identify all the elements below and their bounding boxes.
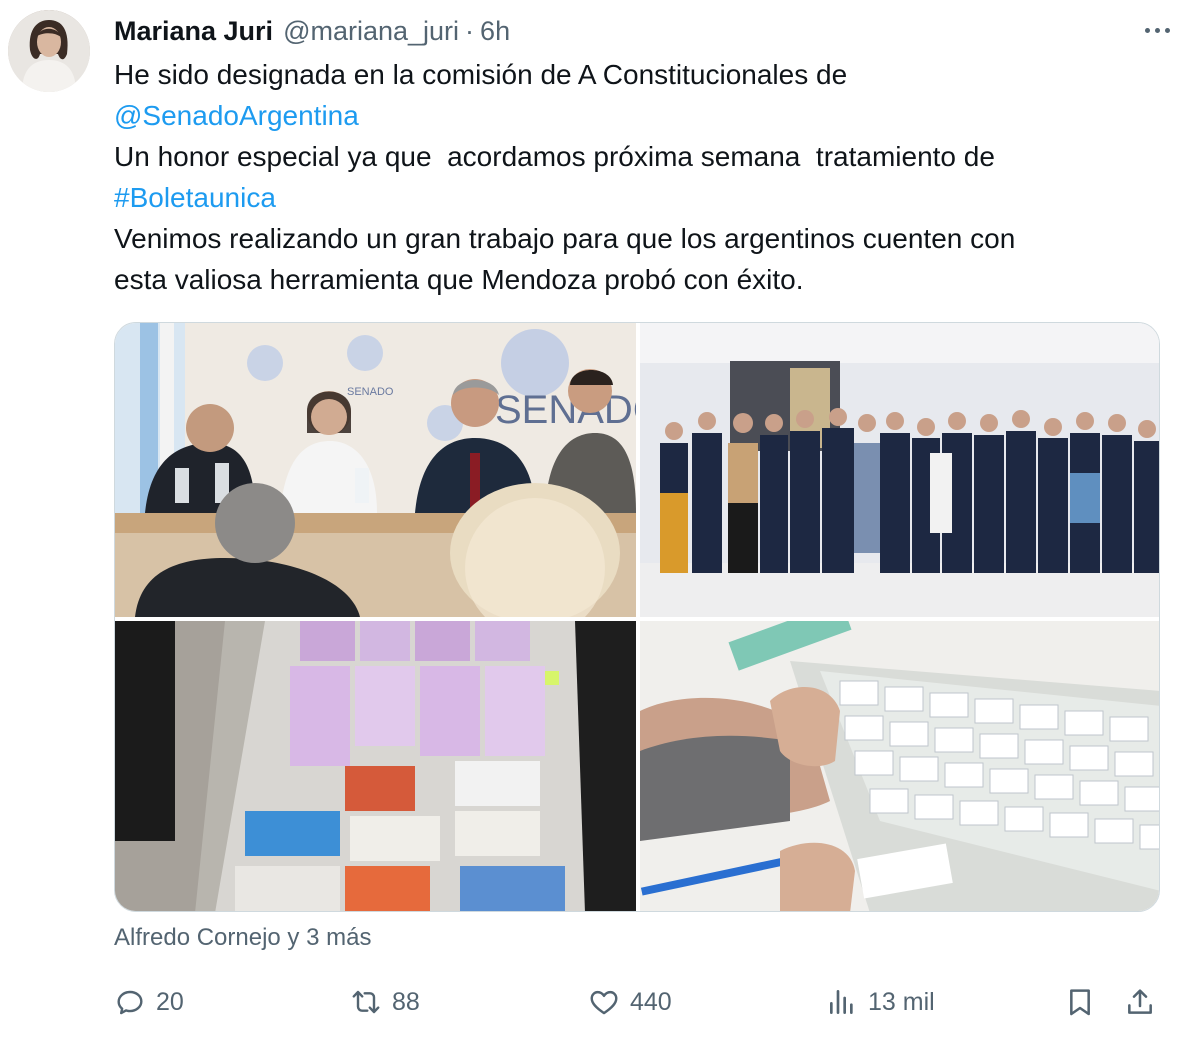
avatar-image — [8, 10, 90, 92]
senate-sign-small: SENADO — [347, 386, 394, 398]
like-count: 440 — [630, 987, 672, 1016]
media-grid: SENADO SENADO — [114, 322, 1160, 912]
tweet-header: Mariana Juri @mariana_juri · 6h — [114, 14, 510, 48]
tweet-text-line: Venimos realizando un gran trabajo para … — [114, 223, 1016, 254]
tweet-time[interactable]: 6h — [480, 16, 510, 47]
author-handle[interactable]: @mariana_juri — [283, 16, 459, 47]
author-name[interactable]: Mariana Juri — [114, 16, 273, 47]
views-count: 13 mil — [868, 987, 935, 1016]
reply-button[interactable]: 20 — [114, 980, 184, 1024]
reply-icon — [117, 990, 143, 1015]
bookmark-icon — [1070, 989, 1090, 1016]
heart-icon — [590, 990, 618, 1015]
tweet-text-line: esta valiosa herramienta que Mendoza pro… — [114, 264, 804, 295]
views-icon — [830, 990, 853, 1014]
share-button[interactable] — [1124, 980, 1156, 1024]
bookmark-button[interactable] — [1064, 980, 1096, 1024]
like-button[interactable]: 440 — [588, 980, 672, 1024]
retweet-icon — [352, 990, 380, 1014]
tagged-users[interactable]: Alfredo Cornejo y 3 más — [114, 924, 371, 952]
separator-dot: · — [465, 15, 475, 46]
photo-press-conference[interactable]: SENADO SENADO — [115, 323, 636, 617]
photo-ballots[interactable] — [115, 621, 636, 911]
tweet-text-line: He sido designada en la comisión de A Co… — [114, 59, 848, 90]
hashtag-link[interactable]: #Boletaunica — [114, 177, 1174, 218]
tweet-text-line: Un honor especial ya que acordamos próxi… — [114, 141, 995, 172]
senate-sign-text: SENADO — [495, 388, 636, 432]
share-icon — [1128, 989, 1152, 1014]
mention-link[interactable]: @SenadoArgentina — [114, 95, 1174, 136]
reply-count: 20 — [156, 987, 184, 1016]
more-horizontal-icon[interactable] — [1145, 18, 1170, 42]
photo-group[interactable] — [640, 323, 1159, 617]
photo-voting[interactable] — [640, 621, 1159, 911]
avatar[interactable] — [8, 10, 90, 92]
tweet-text: He sido designada en la comisión de A Co… — [114, 54, 1174, 300]
views-button[interactable]: 13 mil — [826, 980, 935, 1024]
tweet[interactable]: Mariana Juri @mariana_juri · 6h He sido … — [0, 0, 1200, 1048]
action-bar: 20 88 440 13 mil — [114, 980, 1174, 1024]
retweet-button[interactable]: 88 — [350, 980, 420, 1024]
retweet-count: 88 — [392, 987, 420, 1016]
